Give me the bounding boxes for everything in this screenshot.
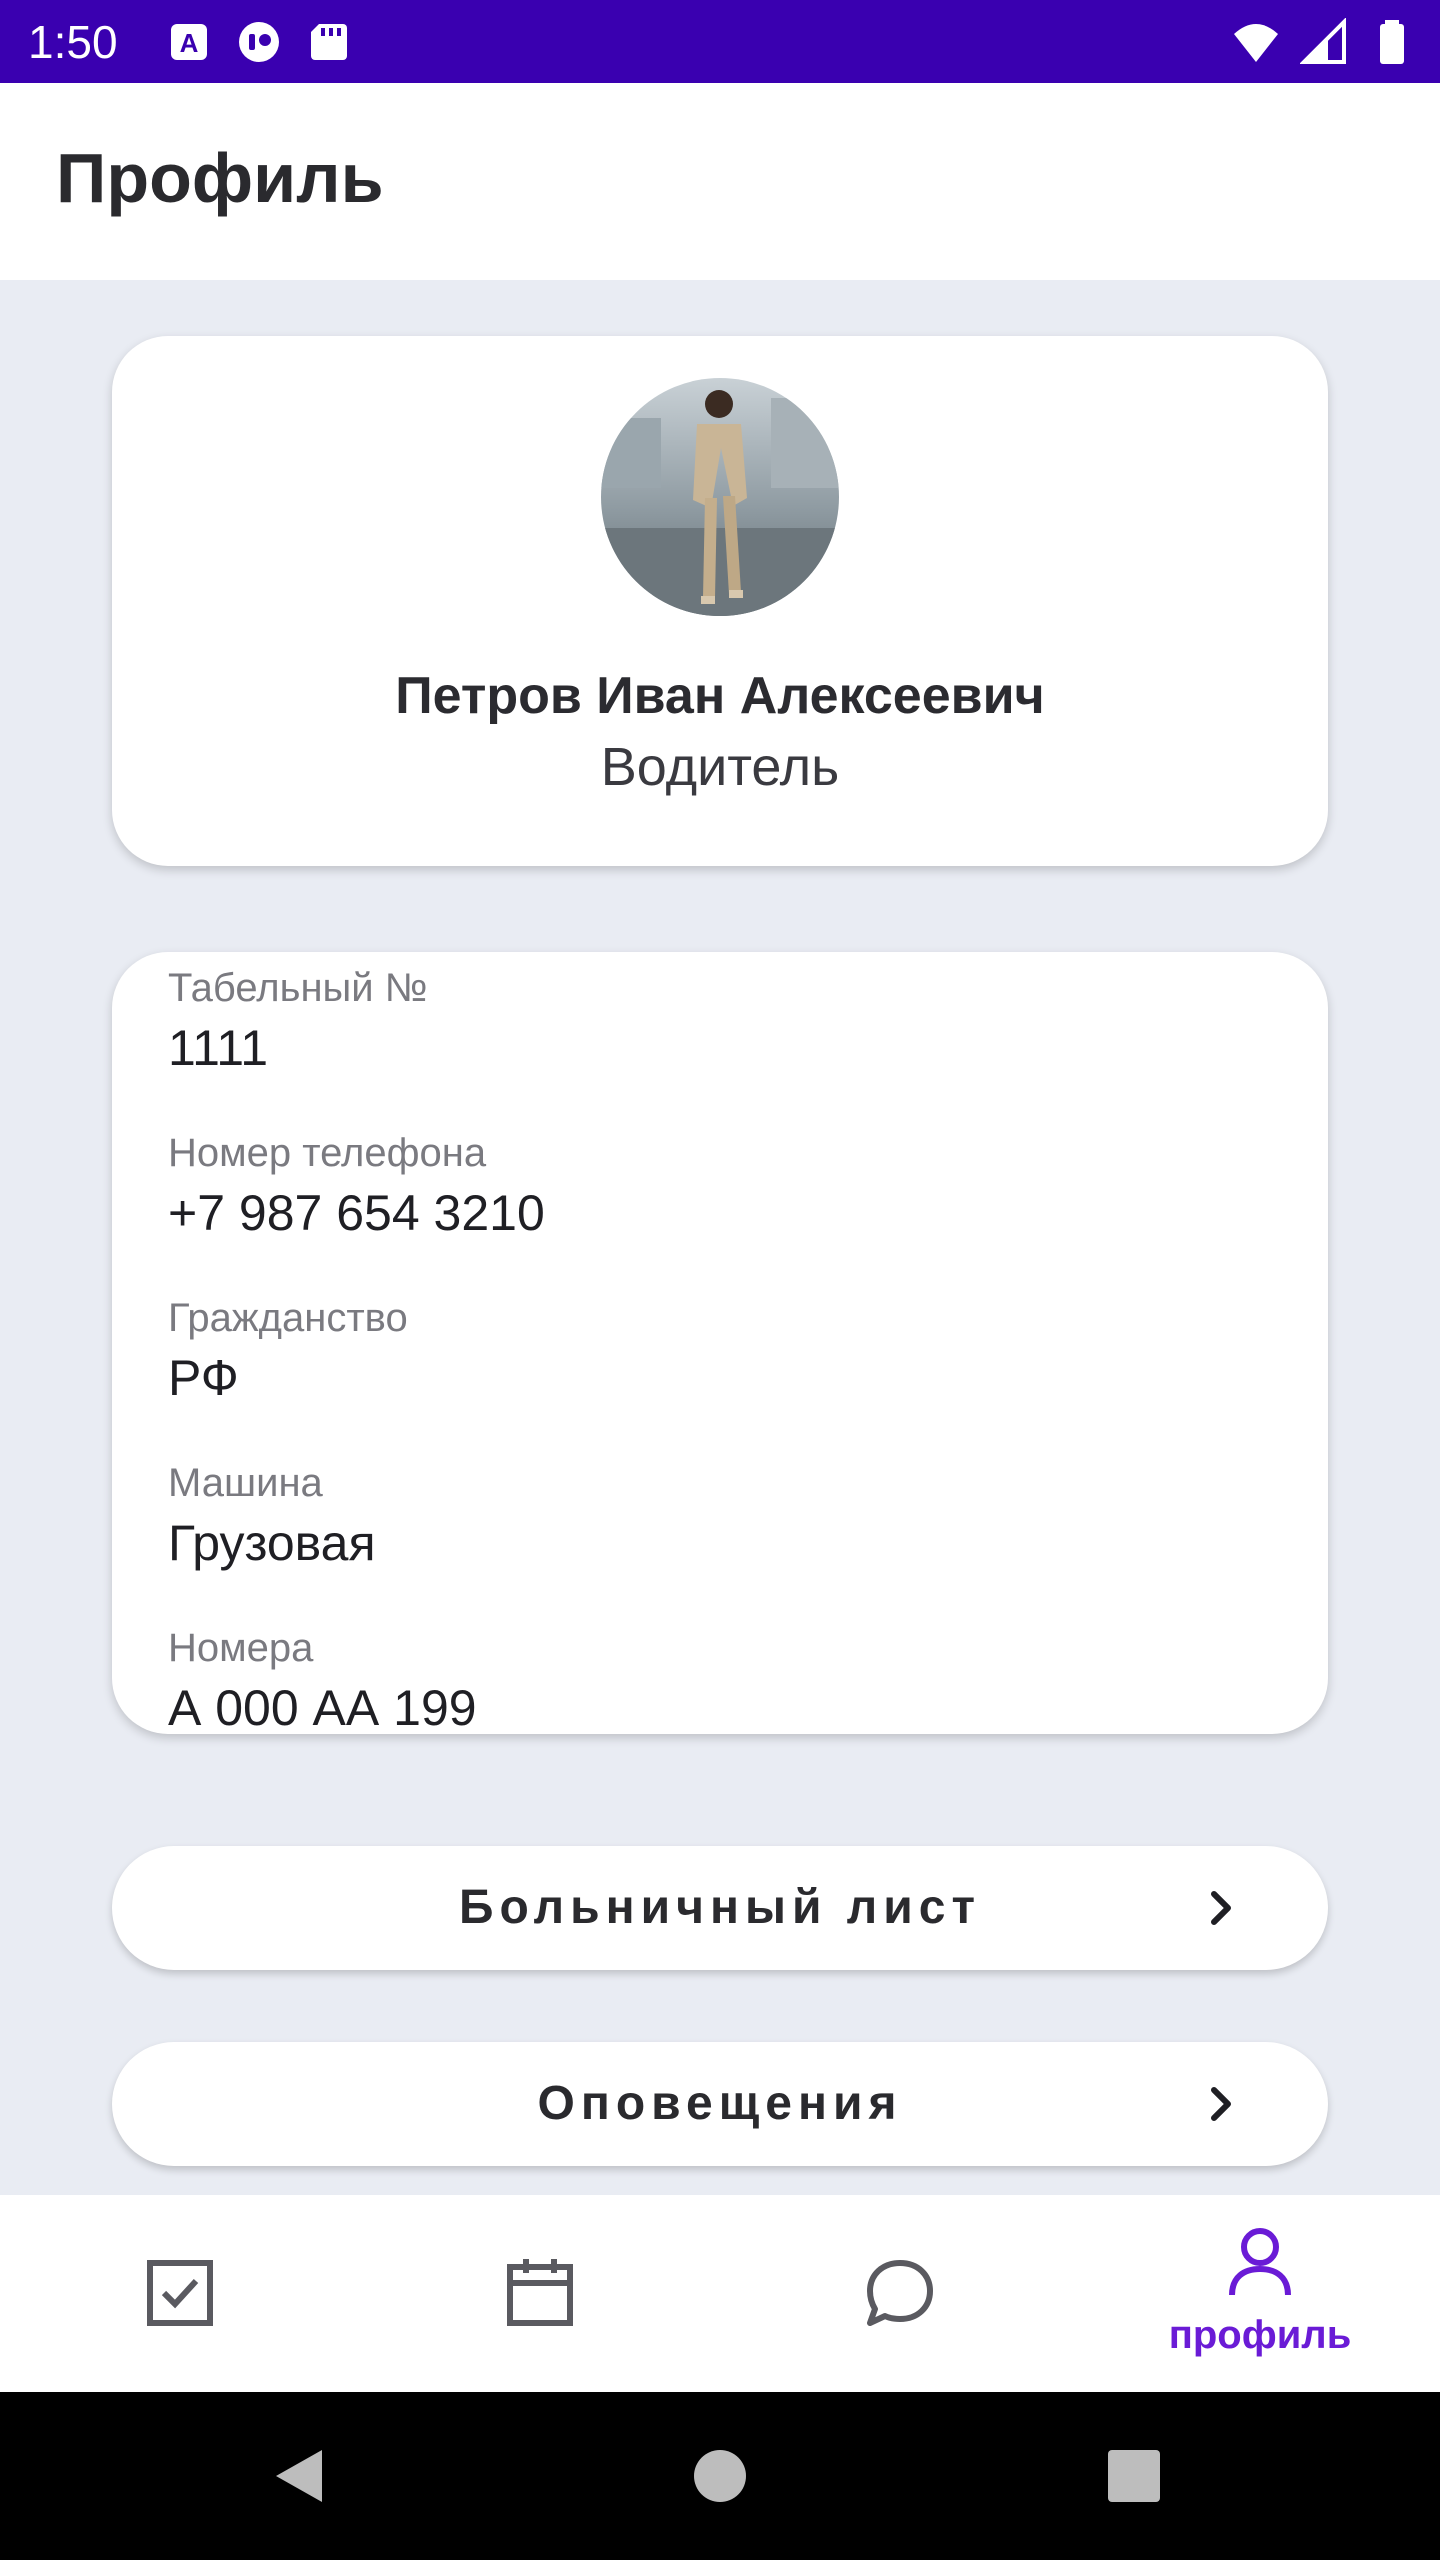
calendar-icon: [507, 2259, 573, 2326]
page-title: Профиль: [56, 139, 384, 217]
sick-leave-label: Больничный лист: [458, 1881, 982, 1934]
person-icon: [1229, 2228, 1291, 2296]
status-bar: 1:50 A: [0, 0, 1440, 83]
signal-icon: [1300, 18, 1346, 64]
chevron-right-icon: [1211, 2087, 1231, 2121]
back-icon[interactable]: [270, 2446, 330, 2506]
person-role: Водитель: [600, 737, 840, 797]
a-badge-icon: A: [171, 24, 207, 60]
record-icon: [239, 22, 279, 62]
checkbox-icon: [147, 2260, 213, 2326]
sick-leave-button[interactable]: Больничный лист: [112, 1846, 1328, 1970]
app-bar: Профиль: [0, 83, 1440, 280]
tab-profile[interactable]: профиль: [1080, 2195, 1440, 2392]
info-value: А 000 АА 199: [168, 1680, 477, 1734]
notifications-button[interactable]: Оповещения: [112, 2042, 1328, 2166]
tab-profile-label: профиль: [1168, 2313, 1352, 2357]
tab-calendar[interactable]: [360, 2195, 720, 2392]
info-card: Табельный № 1111 Номер телефона +7 987 6…: [112, 952, 1328, 1734]
info-value: РФ: [168, 1350, 239, 1406]
info-label: Табельный №: [168, 966, 428, 1010]
battery-icon: [1380, 20, 1404, 64]
info-item-vehicle: Машина Грузовая: [168, 1459, 376, 1573]
info-label: Машина: [168, 1461, 323, 1505]
info-label: Номер телефона: [168, 1131, 487, 1175]
status-notification-icons: A: [165, 18, 353, 66]
bottom-navigation: профиль: [0, 2195, 1440, 2392]
svg-text:A: A: [180, 28, 199, 58]
recents-icon[interactable]: [1104, 2446, 1164, 2506]
chat-bubble-icon: [867, 2260, 933, 2326]
info-label: Номера: [168, 1626, 314, 1670]
profile-card: Петров Иван Алексеевич Водитель: [112, 336, 1328, 866]
info-value: +7 987 654 3210: [168, 1185, 545, 1241]
info-item-citizenship: Гражданство РФ: [168, 1294, 408, 1408]
info-item-plate: Номера А 000 АА 199: [168, 1624, 477, 1734]
tab-chat[interactable]: [720, 2195, 1080, 2392]
chevron-right-icon: [1211, 1891, 1231, 1925]
info-value: Грузовая: [168, 1515, 376, 1571]
sd-card-icon: [311, 24, 347, 60]
home-icon[interactable]: [690, 2446, 750, 2506]
person-name: Петров Иван Алексеевич: [395, 667, 1045, 725]
avatar[interactable]: [601, 378, 839, 616]
status-system-icons: [1232, 18, 1416, 66]
info-label: Гражданство: [168, 1296, 408, 1340]
notifications-label: Оповещения: [537, 2077, 903, 2130]
status-time: 1:50: [28, 16, 118, 68]
info-item-employee-number: Табельный № 1111: [168, 964, 428, 1078]
tab-tasks[interactable]: [0, 2195, 360, 2392]
info-item-phone: Номер телефона +7 987 654 3210: [168, 1129, 545, 1243]
info-value: 1111: [168, 1020, 269, 1076]
wifi-icon: [1234, 24, 1278, 62]
avatar-photo: [601, 378, 839, 616]
system-navigation-bar: [0, 2392, 1440, 2560]
